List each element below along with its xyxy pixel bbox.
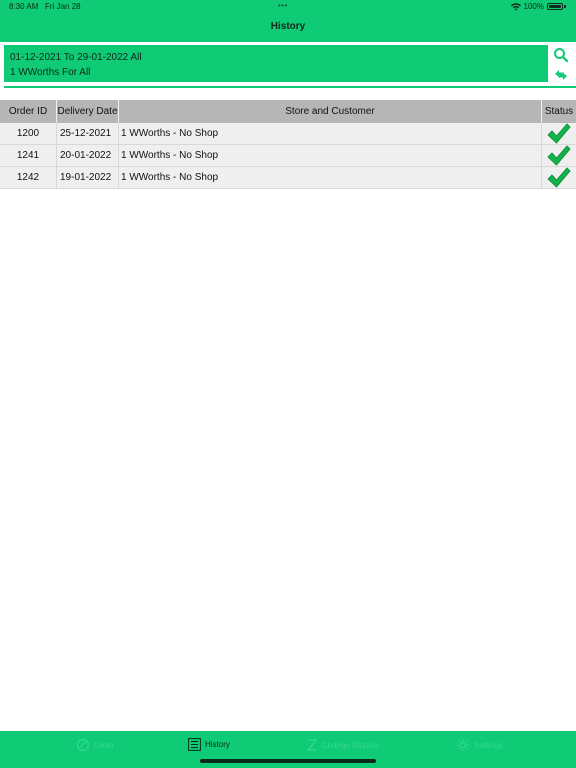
home-indicator[interactable] <box>200 759 376 763</box>
table-row[interactable]: 1200 25-12-2021 1 WWorths - No Shop <box>0 122 576 145</box>
filter-summary[interactable]: 01-12-2021 To 29-01-2022 All 1 WWorths F… <box>4 45 548 82</box>
tab-settings[interactable]: Settings <box>456 738 503 752</box>
table-header: Order ID Delivery Date Store and Custome… <box>0 100 576 123</box>
page-title: History <box>270 21 306 32</box>
order-icon <box>76 738 90 752</box>
divider <box>4 86 576 88</box>
tab-order[interactable]: Order <box>76 738 114 752</box>
list-icon <box>188 738 201 751</box>
delivery-date-cell: 19-01-2022 <box>57 167 119 188</box>
checkmark-icon <box>547 166 571 188</box>
tab-label: Settings <box>474 740 503 750</box>
nav-bar: History <box>0 14 576 42</box>
status-bar: 8:30 AM Fri Jan 28 ••• 100% <box>0 0 576 14</box>
status-time: 8:30 AM Fri Jan 28 <box>9 2 81 11</box>
checkmark-icon <box>547 144 571 166</box>
status-cell <box>542 144 576 166</box>
header-order-id[interactable]: Order ID <box>0 100 57 123</box>
status-right: 100% <box>510 2 566 11</box>
multitask-dots[interactable]: ••• <box>278 1 288 10</box>
status-date: Fri Jan 28 <box>45 2 81 11</box>
tab-label: History <box>205 740 230 749</box>
status-cell <box>542 122 576 144</box>
settings-icon <box>457 739 469 751</box>
table-row[interactable]: 1242 19-01-2022 1 WWorths - No Shop <box>0 166 576 189</box>
store-filter: 1 WWorths For All <box>10 67 91 78</box>
tab-change-display[interactable]: Change Display <box>306 738 378 752</box>
status-cell <box>542 166 576 188</box>
order-id-cell: 1242 <box>0 167 57 188</box>
search-button[interactable] <box>552 46 570 64</box>
sync-icon <box>555 70 567 80</box>
header-delivery-date[interactable]: Delivery Date <box>57 100 119 123</box>
tab-label: Change Display <box>322 740 379 750</box>
header-status[interactable]: Status <box>542 100 576 123</box>
tab-label: Order <box>94 740 115 750</box>
tab-history[interactable]: History <box>188 738 230 751</box>
date-range-filter: 01-12-2021 To 29-01-2022 All <box>10 52 142 63</box>
order-id-cell: 1241 <box>0 145 57 166</box>
display-icon <box>306 739 318 751</box>
search-icon <box>554 48 569 63</box>
battery-tip <box>564 5 566 8</box>
battery-icon <box>547 3 563 10</box>
sync-button[interactable] <box>552 66 570 84</box>
delivery-date-cell: 25-12-2021 <box>57 123 119 144</box>
table-row[interactable]: 1241 20-01-2022 1 WWorths - No Shop <box>0 144 576 167</box>
checkmark-icon <box>547 122 571 144</box>
history-table: Order ID Delivery Date Store and Custome… <box>0 100 576 189</box>
header-store-customer[interactable]: Store and Customer <box>119 100 542 123</box>
store-customer-cell: 1 WWorths - No Shop <box>119 123 542 144</box>
delivery-date-cell: 20-01-2022 <box>57 145 119 166</box>
store-customer-cell: 1 WWorths - No Shop <box>119 167 542 188</box>
store-customer-cell: 1 WWorths - No Shop <box>119 145 542 166</box>
battery-percent: 100% <box>523 2 544 11</box>
order-id-cell: 1200 <box>0 123 57 144</box>
wifi-icon <box>510 2 521 10</box>
